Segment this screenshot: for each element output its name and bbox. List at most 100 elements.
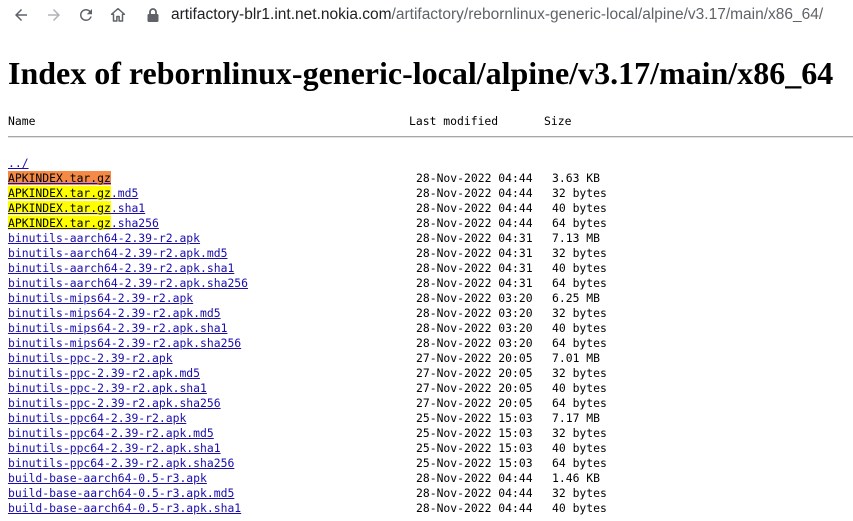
column-header-size: Size (544, 114, 572, 128)
file-size: 7.01 MB (552, 351, 601, 365)
file-size: 40 bytes (552, 501, 607, 515)
file-size: 6.25 MB (552, 291, 601, 305)
file-size: 32 bytes (552, 366, 607, 380)
file-row: build-base-aarch64-0.5-r3.apk 28-Nov-2022… (0, 471, 853, 486)
file-row: binutils-mips64-2.39-r2.apk.sha256 28-Nov… (0, 336, 853, 351)
forward-button[interactable] (42, 3, 66, 27)
file-size: 32 bytes (552, 426, 607, 440)
file-modified: 27-Nov-2022 20:05 (416, 381, 533, 395)
back-button[interactable] (9, 3, 33, 27)
lock-icon (146, 7, 160, 23)
reload-icon (80, 8, 92, 21)
file-link[interactable]: APKINDEX.tar.gz.sha256 (8, 216, 159, 231)
file-size: 40 bytes (552, 441, 607, 455)
search-highlight: APKINDEX.tar.gz (8, 171, 111, 185)
file-row: binutils-mips64-2.39-r2.apk 28-Nov-2022 0… (0, 291, 853, 306)
file-row: binutils-aarch64-2.39-r2.apk.sha1 28-Nov-… (0, 261, 853, 276)
parent-directory-row: ../ (0, 156, 853, 171)
file-modified: 28-Nov-2022 04:44 (416, 171, 533, 185)
search-highlight: APKINDEX.tar.gz (8, 186, 111, 200)
file-modified: 28-Nov-2022 04:44 (416, 201, 533, 215)
file-row: binutils-ppc-2.39-r2.apk 27-Nov-2022 20:0… (0, 351, 853, 366)
file-link[interactable]: binutils-mips64-2.39-r2.apk.md5 (8, 306, 221, 321)
file-size: 40 bytes (552, 321, 607, 335)
file-modified: 28-Nov-2022 04:31 (416, 276, 533, 290)
column-header-last-modified: Last modified (409, 114, 499, 128)
file-row: APKINDEX.tar.gz 28-Nov-2022 04:44 3.63 KB (0, 171, 853, 186)
address-bar[interactable]: artifactory-blr1.int.net.nokia.com/artif… (140, 0, 823, 30)
url-host: artifactory-blr1.int.net.nokia.com (171, 6, 392, 23)
file-row: APKINDEX.tar.gz.sha256 28-Nov-2022 04:44 6… (0, 216, 853, 231)
file-row: APKINDEX.tar.gz.sha1 28-Nov-2022 04:44 40 … (0, 201, 853, 216)
file-modified: 27-Nov-2022 20:05 (416, 351, 533, 365)
browser-toolbar: artifactory-blr1.int.net.nokia.com/artif… (0, 0, 853, 30)
file-size: 64 bytes (552, 336, 607, 350)
file-size: 7.13 MB (552, 231, 601, 245)
file-modified: 25-Nov-2022 15:03 (416, 456, 533, 470)
file-size: 64 bytes (552, 216, 607, 230)
file-modified: 28-Nov-2022 04:44 (416, 471, 533, 485)
file-row: binutils-ppc-2.39-r2.apk.md5 27-Nov-2022 … (0, 366, 853, 381)
file-modified: 28-Nov-2022 03:20 (416, 306, 533, 320)
file-link[interactable]: APKINDEX.tar.gz.md5 (8, 186, 138, 201)
header-divider (8, 136, 853, 138)
file-row: build-base-aarch64-0.5-r3.apk.md5 28-Nov-… (0, 486, 853, 501)
home-icon (110, 7, 126, 22)
search-highlight: APKINDEX.tar.gz (8, 201, 111, 215)
file-size: 40 bytes (552, 201, 607, 215)
file-link[interactable]: binutils-aarch64-2.39-r2.apk.sha256 (8, 276, 248, 291)
file-size: 1.46 KB (552, 471, 601, 485)
file-size: 32 bytes (552, 306, 607, 320)
file-row: binutils-ppc-2.39-r2.apk.sha256 27-Nov-20… (0, 396, 853, 411)
file-link[interactable]: binutils-ppc-2.39-r2.apk.sha1 (8, 381, 207, 396)
file-link[interactable]: binutils-ppc-2.39-r2.apk (8, 351, 173, 366)
file-link[interactable]: binutils-ppc-2.39-r2.apk.md5 (8, 366, 200, 381)
home-button[interactable] (106, 3, 130, 27)
file-size: 32 bytes (552, 246, 607, 260)
file-row: binutils-mips64-2.39-r2.apk.sha1 28-Nov-2… (0, 321, 853, 336)
file-modified: 28-Nov-2022 04:31 (416, 246, 533, 260)
back-icon (15, 9, 27, 21)
file-row: build-base-aarch64-0.5-r3.apk.sha1 28-Nov… (0, 501, 853, 516)
url-path: /artifactory/rebornlinux-generic-local/a… (391, 6, 824, 23)
file-row: APKINDEX.tar.gz.md5 28-Nov-2022 04:44 32 b… (0, 186, 853, 201)
file-link[interactable]: binutils-mips64-2.39-r2.apk.sha1 (8, 321, 227, 336)
file-size: 40 bytes (552, 381, 607, 395)
file-link[interactable]: build-base-aarch64-0.5-r3.apk (8, 471, 207, 486)
file-link[interactable]: binutils-ppc-2.39-r2.apk.sha256 (8, 396, 221, 411)
file-link[interactable]: binutils-aarch64-2.39-r2.apk.md5 (8, 246, 227, 261)
file-size: 7.17 MB (552, 411, 601, 425)
file-row: binutils-aarch64-2.39-r2.apk 28-Nov-2022 … (0, 231, 853, 246)
file-modified: 28-Nov-2022 04:44 (416, 216, 533, 230)
file-link[interactable]: APKINDEX.tar.gz.sha1 (8, 201, 145, 216)
file-row: binutils-mips64-2.39-r2.apk.md5 28-Nov-20… (0, 306, 853, 321)
file-link[interactable]: binutils-ppc64-2.39-r2.apk.sha1 (8, 441, 221, 456)
page-title: Index of rebornlinux-generic-local/alpin… (8, 55, 834, 91)
file-modified: 28-Nov-2022 03:20 (416, 336, 533, 350)
file-modified: 25-Nov-2022 15:03 (416, 426, 533, 440)
file-link[interactable]: binutils-mips64-2.39-r2.apk.sha256 (8, 336, 241, 351)
reload-button[interactable] (74, 3, 98, 27)
file-size: 3.63 KB (552, 171, 601, 185)
file-link[interactable]: build-base-aarch64-0.5-r3.apk.sha1 (8, 501, 241, 516)
file-link[interactable]: APKINDEX.tar.gz (8, 171, 111, 186)
file-size: 64 bytes (552, 396, 607, 410)
file-size: 32 bytes (552, 486, 607, 500)
file-link[interactable]: build-base-aarch64-0.5-r3.apk.md5 (8, 486, 234, 501)
file-modified: 25-Nov-2022 15:03 (416, 441, 533, 455)
file-size: 64 bytes (552, 276, 607, 290)
file-modified: 27-Nov-2022 20:05 (416, 366, 533, 380)
parent-directory-link[interactable]: ../ (8, 156, 29, 171)
file-listing: ../ APKINDEX.tar.gz 28-Nov-2022 04:44 3.63… (0, 156, 853, 516)
file-link[interactable]: binutils-ppc64-2.39-r2.apk.md5 (8, 426, 214, 441)
file-link[interactable]: binutils-ppc64-2.39-r2.apk (8, 411, 186, 426)
file-link[interactable]: binutils-aarch64-2.39-r2.apk (8, 231, 200, 246)
file-row: binutils-ppc-2.39-r2.apk.sha1 27-Nov-2022… (0, 381, 853, 396)
file-link[interactable]: binutils-mips64-2.39-r2.apk (8, 291, 193, 306)
search-highlight: APKINDEX.tar.gz (8, 216, 111, 230)
file-modified: 28-Nov-2022 04:31 (416, 231, 533, 245)
file-modified: 25-Nov-2022 15:03 (416, 411, 533, 425)
file-link[interactable]: binutils-aarch64-2.39-r2.apk.sha1 (8, 261, 234, 276)
file-modified: 28-Nov-2022 03:20 (416, 321, 533, 335)
file-link[interactable]: binutils-ppc64-2.39-r2.apk.sha256 (8, 456, 234, 471)
